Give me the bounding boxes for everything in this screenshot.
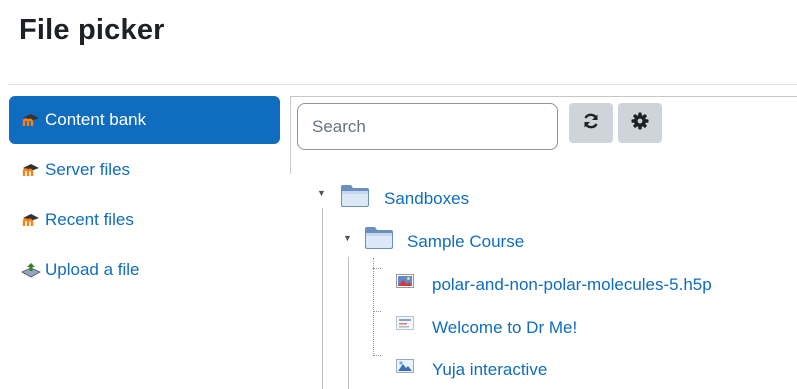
settings-button[interactable]	[618, 103, 662, 143]
presentation-file-icon	[396, 316, 414, 335]
tree-folder-sample-course[interactable]: Sample Course	[407, 232, 524, 252]
tree-folder-sandboxes[interactable]: Sandboxes	[384, 189, 469, 209]
repository-sidebar: Content bank Server files Recent files U…	[9, 96, 280, 389]
expand-caret-icon[interactable]: ▼	[317, 188, 326, 198]
upload-icon	[21, 262, 43, 278]
sidebar-item-label: Upload a file	[45, 260, 140, 279]
interactive-file-icon	[396, 359, 414, 378]
tree-file-item[interactable]: polar-and-non-polar-molecules-5.h5p	[432, 275, 712, 295]
tree-guide-line	[348, 257, 349, 389]
tree-connector	[373, 355, 381, 356]
tree-connector	[373, 258, 374, 356]
moodle-icon	[21, 112, 43, 128]
sidebar-item-content-bank[interactable]: Content bank	[9, 96, 280, 144]
sidebar-item-label: Content bank	[45, 110, 147, 129]
refresh-icon	[582, 112, 600, 135]
moodle-icon	[21, 162, 43, 178]
folder-icon	[340, 184, 370, 213]
image-file-icon	[396, 274, 414, 293]
refresh-button[interactable]	[569, 103, 613, 143]
sidebar-item-recent-files[interactable]: Recent files	[9, 196, 280, 244]
expand-caret-icon[interactable]: ▼	[343, 233, 352, 243]
search-input[interactable]	[297, 103, 558, 150]
sidebar-item-upload-a-file[interactable]: Upload a file	[9, 246, 280, 294]
sidebar-item-label: Recent files	[45, 210, 134, 229]
tree-guide-line	[322, 208, 323, 389]
sidebar-item-server-files[interactable]: Server files	[9, 146, 280, 194]
sidebar-item-label: Server files	[45, 160, 131, 179]
title-divider	[8, 84, 797, 85]
tree-connector	[373, 311, 381, 312]
pane-border	[290, 96, 291, 174]
gear-icon	[631, 112, 649, 135]
moodle-icon	[21, 212, 43, 228]
tree-file-item[interactable]: Welcome to Dr Me!	[432, 318, 577, 338]
pane-border	[290, 96, 797, 97]
folder-icon	[364, 226, 394, 255]
tree-file-item[interactable]: Yuja interactive	[432, 360, 547, 380]
tree-connector	[373, 268, 381, 269]
page-title: File picker	[19, 14, 165, 46]
